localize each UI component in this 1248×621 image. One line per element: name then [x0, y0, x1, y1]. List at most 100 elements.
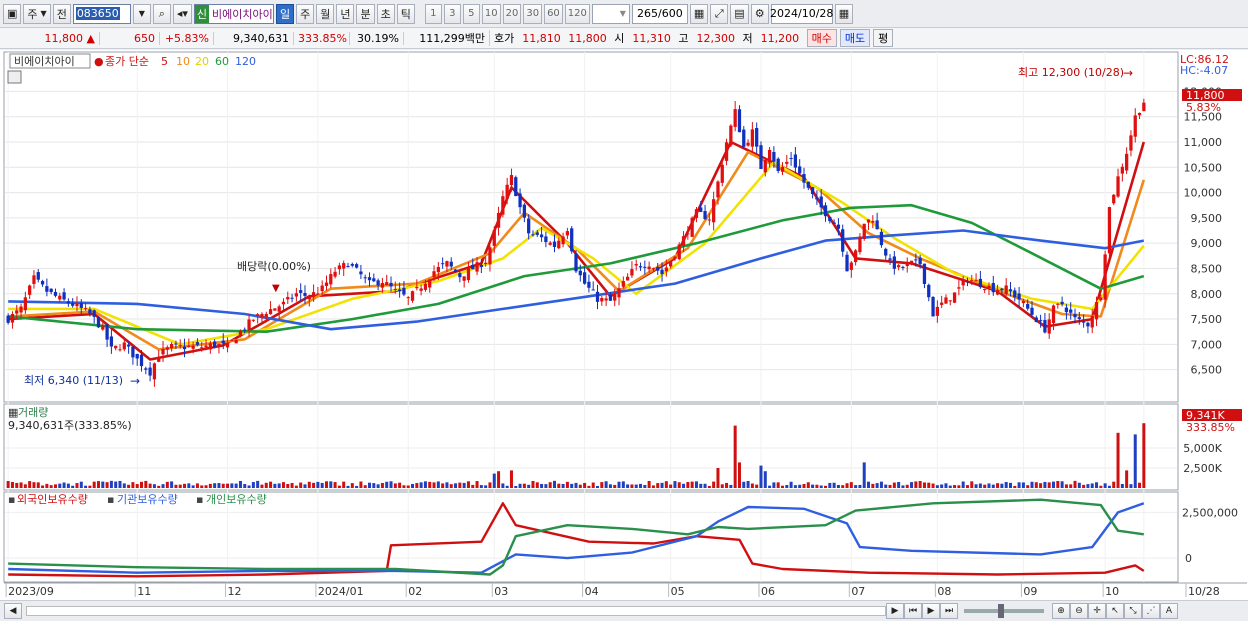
interval-10[interactable]: 10	[481, 3, 501, 24]
eval-button[interactable]: 평	[873, 29, 894, 47]
candle-body	[238, 330, 243, 337]
volume-bar	[1120, 484, 1124, 488]
first-page-icon[interactable]: ⏮	[904, 603, 922, 619]
gear-icon[interactable]: ⚙	[750, 3, 769, 24]
interval-20[interactable]: 20	[502, 3, 522, 24]
draw-tool-icon[interactable]: ⤢	[710, 3, 729, 24]
candle-body	[772, 152, 776, 162]
candle-body	[324, 282, 329, 287]
candle-body	[561, 236, 565, 245]
candle-body	[15, 310, 19, 314]
zoom-slider[interactable]	[964, 604, 1044, 618]
candle-body	[1056, 303, 1060, 305]
volume-bar	[6, 481, 10, 488]
volume-bar	[75, 483, 79, 488]
window-menu-icon[interactable]: ▣	[3, 3, 22, 24]
zoom-in-icon[interactable]: ⊕	[1052, 603, 1070, 619]
volume-bar	[1000, 483, 1004, 488]
interval-60[interactable]: 60	[544, 3, 563, 24]
interval-1[interactable]: 1	[424, 3, 442, 24]
trendline-icon[interactable]: ⤡	[1124, 603, 1142, 619]
sound-icon[interactable]: ◂▾	[172, 3, 192, 24]
scroll-left-icon[interactable]: ◀	[4, 603, 22, 619]
grid-settings-icon[interactable]: ▦	[689, 3, 709, 24]
candle-body	[651, 268, 656, 270]
sell-button[interactable]: 매도	[839, 29, 871, 47]
save-icon[interactable]: ▤	[730, 3, 749, 24]
volume-bar	[505, 485, 509, 488]
market-select[interactable]: 주 ▼	[23, 3, 51, 24]
candle-body	[1133, 115, 1137, 137]
volume-bar	[948, 485, 952, 488]
bar-count-display[interactable]: 265/600	[631, 3, 688, 24]
candle-body	[354, 264, 359, 268]
ma-legend-title: 종가 단순	[105, 55, 149, 68]
calendar-icon[interactable]: ▦	[834, 3, 854, 24]
text-tool-icon[interactable]: A	[1160, 603, 1178, 619]
date-tick-label: 2024/01	[318, 585, 364, 598]
candle-body	[522, 204, 527, 218]
custom-interval-select[interactable]: ▼	[591, 3, 630, 24]
candle-body	[952, 292, 957, 303]
chart-area[interactable]: 6,500 7,000 7,500 8,000 8,500 9,000 9,500 10,00…	[0, 50, 1248, 600]
search-icon[interactable]: ⌕	[152, 3, 171, 24]
volume-bar	[122, 483, 126, 488]
volume-bar	[737, 462, 741, 488]
volume-bar	[234, 483, 238, 488]
period-month[interactable]: 월	[316, 3, 335, 24]
interval-5[interactable]: 5	[462, 3, 480, 24]
candle-body	[36, 272, 40, 280]
candle-body	[703, 211, 707, 220]
last-page-icon[interactable]: ⏭	[940, 603, 958, 619]
candle-body	[423, 283, 428, 290]
interval-30[interactable]: 30	[523, 3, 543, 24]
price-chart-svg[interactable]: 6,500 7,000 7,500 8,000 8,500 9,000 9,500 10,00…	[0, 50, 1248, 600]
price-tick-label: 10,500	[1184, 161, 1223, 174]
date-input[interactable]: 2024/10/28	[770, 3, 833, 24]
stock-tag: 비에이치아이	[14, 55, 75, 68]
period-minute[interactable]: 분	[356, 3, 375, 24]
period-week[interactable]: 주	[296, 3, 315, 24]
candle-body	[531, 234, 535, 236]
zoom-slider-handle[interactable]	[998, 604, 1004, 618]
interval-3[interactable]: 3	[443, 3, 461, 24]
volume-bar	[953, 485, 957, 488]
volume-bar	[815, 484, 819, 488]
period-second[interactable]: 초	[376, 3, 395, 24]
period-day[interactable]: 일	[275, 3, 295, 24]
volume-bar	[862, 462, 866, 488]
stock-code-input[interactable]: 083650	[72, 3, 131, 24]
toolbar: ▣ 주 ▼ 전 083650 ▼ ⌕ ◂▾ 신 비에이치아이 일 주 월 년 분 …	[0, 0, 1248, 28]
crosshair-icon[interactable]: ✛	[1088, 603, 1106, 619]
code-dropdown-button[interactable]: ▼	[132, 3, 151, 24]
candle-body	[58, 295, 62, 300]
table-icon[interactable]	[7, 70, 22, 84]
volume-bar	[101, 481, 105, 488]
volume-bar	[15, 482, 19, 488]
fibonacci-icon[interactable]: ⋰	[1142, 603, 1160, 619]
candle-body	[337, 265, 342, 270]
candle-body	[462, 276, 466, 281]
horizontal-scrollbar[interactable]	[26, 606, 886, 616]
prev-button[interactable]: 전	[52, 3, 71, 24]
date-tick-label: 05	[671, 585, 685, 598]
candle-body	[604, 298, 608, 301]
volume-bar	[62, 482, 66, 488]
scroll-right-icon[interactable]: ▶	[886, 603, 904, 619]
play-icon[interactable]: ▶	[922, 603, 940, 619]
volume-bar	[88, 485, 92, 488]
volume-bar	[170, 481, 174, 488]
candle-body	[152, 363, 157, 380]
buy-button[interactable]: 매수	[806, 29, 837, 47]
volume-bar	[849, 482, 853, 488]
volume-bar	[264, 482, 268, 488]
pointer-icon[interactable]: ↖	[1106, 603, 1124, 619]
interval-120[interactable]: 120	[564, 3, 590, 24]
candle-body	[406, 297, 410, 299]
volume-bar	[828, 482, 832, 488]
stock-name-box[interactable]: 신 비에이치아이	[193, 3, 274, 24]
candle-body	[234, 339, 238, 344]
period-year[interactable]: 년	[336, 3, 355, 24]
period-tick[interactable]: 틱	[396, 3, 415, 24]
zoom-out-icon[interactable]: ⊖	[1070, 603, 1088, 619]
